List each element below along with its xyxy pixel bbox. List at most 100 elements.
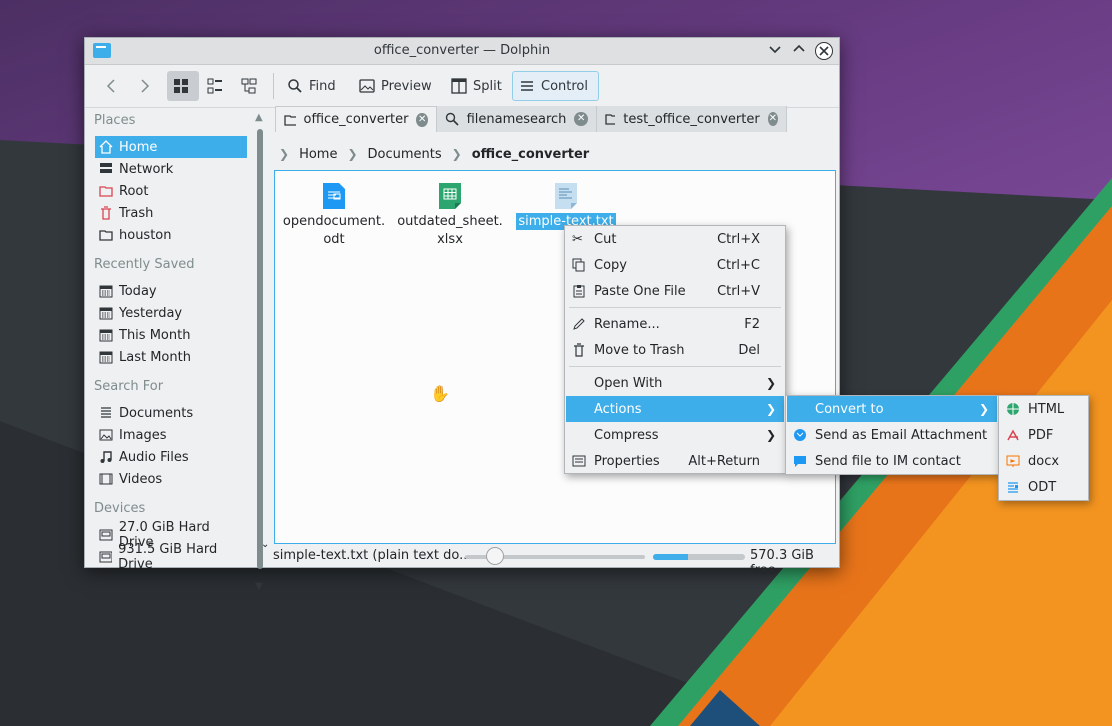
paste-icon (573, 285, 585, 298)
arrow-left-icon (106, 79, 115, 93)
chevron-right-icon[interactable]: ❯ (347, 147, 357, 161)
places-item-label: Images (119, 427, 167, 443)
maximize-button[interactable] (789, 41, 809, 61)
menu-item-pdf[interactable]: PDF (1000, 422, 1087, 448)
preview-button[interactable]: Preview (353, 71, 438, 101)
documents-icon (101, 407, 111, 418)
menu-item-actions[interactable]: Actions ❯ (566, 396, 784, 422)
file-item-outdated-sheet[interactable]: outdated_sheet. xlsx (395, 183, 505, 249)
menu-item-label: Actions (594, 401, 642, 417)
details-view-button[interactable] (235, 71, 267, 101)
menu-item-send-im[interactable]: Send file to IM contact (787, 448, 997, 474)
places-item-root[interactable]: Root (95, 180, 247, 202)
control-button[interactable]: Control (512, 71, 599, 101)
chevron-right-icon: ❯ (978, 402, 989, 416)
places-item-documents[interactable]: Documents (95, 402, 247, 424)
breadcrumb-home[interactable]: Home (299, 147, 337, 162)
places-item-yesterday[interactable]: Yesterday (95, 302, 247, 324)
tab-test-office-converter[interactable]: test_office_converter ✕ (597, 106, 787, 132)
places-item-last-month[interactable]: Last Month (95, 346, 247, 368)
file-item-opendocument[interactable]: opendocument. odt (279, 183, 389, 249)
scroll-up-arrow-icon[interactable]: ▲ (255, 112, 263, 123)
menu-shortcut: Ctrl+C (716, 257, 760, 273)
file-item-simple-text[interactable]: simple-text.txt (511, 183, 621, 231)
menu-item-open-with[interactable]: Open With ❯ (566, 370, 784, 396)
menu-item-rename[interactable]: Rename... F2 (566, 311, 784, 337)
places-item-trash[interactable]: Trash (95, 202, 247, 224)
places-item-label: houston (119, 227, 172, 243)
places-item-label: Today (119, 283, 157, 299)
places-scrollbar[interactable] (257, 129, 263, 569)
tab-office-converter[interactable]: office_converter ✕ (275, 106, 437, 132)
places-item-label: Documents (119, 405, 194, 421)
back-button[interactable] (97, 71, 125, 101)
places-item-home[interactable]: Home (95, 136, 247, 158)
breadcrumb-current[interactable]: office_converter (472, 147, 590, 162)
compact-view-button[interactable] (201, 71, 233, 101)
calendar-icon (99, 351, 113, 364)
scissors-icon: ✂ (572, 232, 583, 247)
search-for-header: Search For (94, 379, 164, 394)
zoom-slider-handle[interactable] (485, 547, 504, 565)
tab-close-icon[interactable]: ✕ (767, 112, 778, 126)
calendar-icon (99, 329, 113, 342)
menu-item-label: Rename... (594, 316, 660, 332)
menu-item-label: Move to Trash (594, 342, 685, 358)
forward-button[interactable] (131, 71, 159, 101)
actions-submenu: Convert to ❯ Send as Email Attachment Se… (785, 395, 999, 475)
chevron-right-icon[interactable]: ❯ (279, 147, 289, 161)
menu-item-label: docx (1028, 453, 1060, 469)
split-button[interactable]: Split (445, 71, 508, 101)
find-button[interactable]: Find (281, 71, 342, 101)
menu-item-html[interactable]: HTML (1000, 396, 1087, 422)
calendar-icon (99, 307, 113, 320)
control-label: Control (541, 78, 588, 94)
file-name: outdated_sheet. (397, 214, 503, 229)
menu-item-move-to-trash[interactable]: Move to Trash Del (566, 337, 784, 363)
minimize-button[interactable] (765, 41, 785, 61)
places-item-houston[interactable]: houston (95, 224, 247, 246)
zoom-slider[interactable] (465, 547, 645, 565)
breadcrumb-documents[interactable]: Documents (368, 147, 442, 162)
tab-close-icon[interactable]: ✕ (416, 112, 428, 127)
chevron-right-icon[interactable]: ❯ (452, 147, 462, 161)
menu-item-paste[interactable]: Paste One File Ctrl+V (566, 278, 784, 304)
menu-item-cut[interactable]: ✂ Cut Ctrl+X (566, 226, 784, 252)
places-item-videos[interactable]: Videos (95, 468, 247, 490)
menu-item-label: Paste One File (594, 283, 686, 299)
places-item-images[interactable]: Images (95, 424, 247, 446)
capacity-fill (653, 554, 688, 560)
menu-item-copy[interactable]: Copy Ctrl+C (566, 252, 784, 278)
scroll-down-arrow-icon[interactable]: ▼ (255, 581, 263, 592)
spreadsheet-icon (439, 183, 461, 209)
menu-item-odt[interactable]: ODT (1000, 474, 1087, 500)
menu-item-convert-to[interactable]: Convert to ❯ (787, 396, 997, 422)
odt-icon (323, 183, 345, 209)
places-item-network[interactable]: Network (95, 158, 247, 180)
places-item-this-month[interactable]: This Month (95, 324, 247, 346)
close-icon (819, 46, 829, 56)
tab-filenamesearch[interactable]: filenamesearch ✕ (437, 106, 597, 132)
places-item-today[interactable]: Today (95, 280, 247, 302)
split-label: Split (473, 78, 502, 94)
chevron-right-icon: ❯ (765, 376, 776, 390)
chevron-down-icon[interactable]: ⌄ (261, 539, 269, 550)
places-header: Places (94, 113, 136, 128)
places-item-audio-files[interactable]: Audio Files (95, 446, 247, 468)
places-item-label: Yesterday (119, 305, 183, 321)
menu-item-properties[interactable]: Properties Alt+Return (566, 448, 784, 474)
icons-view-button[interactable] (167, 71, 199, 101)
title-bar[interactable]: office_converter — Dolphin (85, 38, 839, 65)
places-item-label: 931.5 GiB Hard Drive (118, 542, 218, 572)
tab-close-icon[interactable]: ✕ (574, 112, 588, 126)
menu-item-compress[interactable]: Compress ❯ (566, 422, 784, 448)
copy-icon (572, 258, 585, 272)
places-item-harddrive-931[interactable]: 931.5 GiB Hard Drive (95, 542, 247, 572)
menu-item-label: Cut (594, 231, 617, 247)
menu-item-label: Copy (594, 257, 627, 273)
menu-item-docx[interactable]: docx (1000, 448, 1087, 474)
menu-shortcut: Del (738, 342, 760, 358)
menu-item-send-email[interactable]: Send as Email Attachment (787, 422, 997, 448)
trash-icon (101, 206, 111, 220)
close-button[interactable] (815, 42, 833, 60)
